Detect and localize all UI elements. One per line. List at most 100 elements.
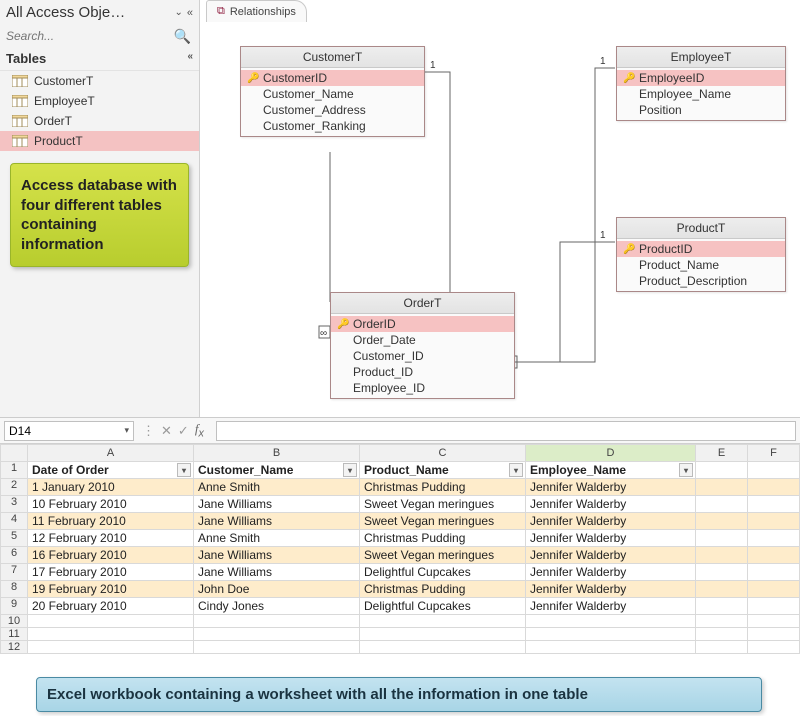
formula-input[interactable]	[216, 421, 796, 441]
cell[interactable]: Christmas Pudding	[360, 530, 526, 547]
fx-icon[interactable]: fx	[195, 421, 204, 440]
cell[interactable]	[28, 628, 194, 641]
tab-relationships[interactable]: ⧉ Relationships	[206, 0, 307, 22]
cell[interactable]	[696, 581, 748, 598]
row-number[interactable]: 5	[0, 530, 28, 547]
name-box[interactable]: D14	[4, 421, 134, 441]
col-header-C[interactable]: C	[360, 444, 526, 462]
field[interactable]: 🔑Customer_Name	[241, 86, 424, 102]
collapse-icon[interactable]: «	[187, 7, 193, 19]
row-number[interactable]: 10	[0, 615, 28, 628]
cell[interactable]	[28, 641, 194, 654]
field[interactable]: 🔑Order_Date	[331, 332, 514, 348]
field[interactable]: 🔑Customer_Ranking	[241, 118, 424, 134]
header-cell[interactable]: Employee_Name▾	[526, 462, 696, 479]
field-pk[interactable]: 🔑CustomerID	[241, 70, 424, 86]
cell[interactable]	[748, 564, 800, 581]
select-all-corner[interactable]	[0, 444, 28, 462]
cell[interactable]	[696, 479, 748, 496]
cell[interactable]	[696, 496, 748, 513]
col-header-A[interactable]: A	[28, 444, 194, 462]
spreadsheet-grid[interactable]: ABCDEF 1Date of Order▾Customer_Name▾Prod…	[0, 444, 800, 654]
cell[interactable]: Jane Williams	[194, 496, 360, 513]
cell[interactable]: Jennifer Walderby	[526, 598, 696, 615]
cell[interactable]	[748, 547, 800, 564]
filter-dropdown-icon[interactable]: ▾	[177, 463, 191, 477]
nav-item-productt[interactable]: ProductT	[0, 131, 199, 151]
cell[interactable]: Christmas Pudding	[360, 479, 526, 496]
cell[interactable]	[526, 628, 696, 641]
row-number[interactable]: 11	[0, 628, 28, 641]
cell[interactable]	[696, 530, 748, 547]
col-header-B[interactable]: B	[194, 444, 360, 462]
cell[interactable]	[748, 496, 800, 513]
table-product[interactable]: ProductT 🔑ProductID 🔑Product_Name 🔑Produ…	[616, 217, 786, 292]
cell[interactable]	[360, 615, 526, 628]
field[interactable]: 🔑Product_Name	[617, 257, 785, 273]
cell[interactable]	[526, 641, 696, 654]
cell[interactable]	[696, 615, 748, 628]
cell[interactable]: Jennifer Walderby	[526, 479, 696, 496]
field-pk[interactable]: 🔑OrderID	[331, 316, 514, 332]
cell[interactable]: Jennifer Walderby	[526, 564, 696, 581]
cell[interactable]: 20 February 2010	[28, 598, 194, 615]
table-customer[interactable]: CustomerT 🔑CustomerID 🔑Customer_Name 🔑Cu…	[240, 46, 425, 137]
cell[interactable]	[748, 462, 800, 479]
cell[interactable]: Jane Williams	[194, 513, 360, 530]
cell[interactable]	[194, 628, 360, 641]
field[interactable]: 🔑Customer_Address	[241, 102, 424, 118]
cell[interactable]: Sweet Vegan meringues	[360, 513, 526, 530]
cancel-icon[interactable]: ✕	[161, 423, 172, 439]
cell[interactable]	[360, 641, 526, 654]
relationships-canvas[interactable]: ⧉ Relationships 1 ∞ 1 ∞ 1	[200, 0, 800, 417]
cell[interactable]: 10 February 2010	[28, 496, 194, 513]
cell[interactable]	[526, 615, 696, 628]
cell[interactable]	[696, 462, 748, 479]
cell[interactable]	[748, 581, 800, 598]
cell[interactable]: 19 February 2010	[28, 581, 194, 598]
cell[interactable]	[748, 628, 800, 641]
row-number[interactable]: 12	[0, 641, 28, 654]
cell[interactable]	[696, 564, 748, 581]
cell[interactable]: Jennifer Walderby	[526, 513, 696, 530]
col-header-E[interactable]: E	[696, 444, 748, 462]
cell[interactable]: Anne Smith	[194, 530, 360, 547]
field[interactable]: 🔑Employee_ID	[331, 380, 514, 396]
cell[interactable]: Jennifer Walderby	[526, 547, 696, 564]
search-icon[interactable]: 🔍	[170, 28, 195, 45]
cell[interactable]	[28, 615, 194, 628]
row-number[interactable]: 9	[0, 598, 28, 615]
cell[interactable]: Sweet Vegan meringues	[360, 547, 526, 564]
cell[interactable]: 12 February 2010	[28, 530, 194, 547]
table-employee[interactable]: EmployeeT 🔑EmployeeID 🔑Employee_Name 🔑Po…	[616, 46, 786, 121]
cell[interactable]	[696, 513, 748, 530]
row-number[interactable]: 1	[0, 462, 28, 479]
cell[interactable]: Jane Williams	[194, 547, 360, 564]
cell[interactable]	[696, 547, 748, 564]
cell[interactable]	[194, 615, 360, 628]
filter-dropdown-icon[interactable]: ▾	[509, 463, 523, 477]
header-cell[interactable]: Customer_Name▾	[194, 462, 360, 479]
col-header-F[interactable]: F	[748, 444, 800, 462]
cell[interactable]: Cindy Jones	[194, 598, 360, 615]
row-number[interactable]: 3	[0, 496, 28, 513]
row-number[interactable]: 7	[0, 564, 28, 581]
nav-pane-header[interactable]: All Access Obje… ⌄ «	[0, 0, 199, 25]
table-order[interactable]: OrderT 🔑OrderID 🔑Order_Date 🔑Customer_ID…	[330, 292, 515, 399]
cell[interactable]: Sweet Vegan meringues	[360, 496, 526, 513]
cell[interactable]: Delightful Cupcakes	[360, 564, 526, 581]
filter-dropdown-icon[interactable]: ▾	[679, 463, 693, 477]
field[interactable]: 🔑Product_ID	[331, 364, 514, 380]
cell[interactable]	[748, 598, 800, 615]
filter-dropdown-icon[interactable]: ▾	[343, 463, 357, 477]
field[interactable]: 🔑Customer_ID	[331, 348, 514, 364]
cell[interactable]	[194, 641, 360, 654]
nav-item-employeet[interactable]: EmployeeT	[0, 91, 199, 111]
cell[interactable]: 16 February 2010	[28, 547, 194, 564]
search-input[interactable]	[4, 27, 170, 45]
nav-group-tables[interactable]: Tables «	[0, 47, 199, 71]
cell[interactable]: Anne Smith	[194, 479, 360, 496]
col-header-D[interactable]: D	[526, 444, 696, 462]
row-number[interactable]: 2	[0, 479, 28, 496]
field-pk[interactable]: 🔑ProductID	[617, 241, 785, 257]
